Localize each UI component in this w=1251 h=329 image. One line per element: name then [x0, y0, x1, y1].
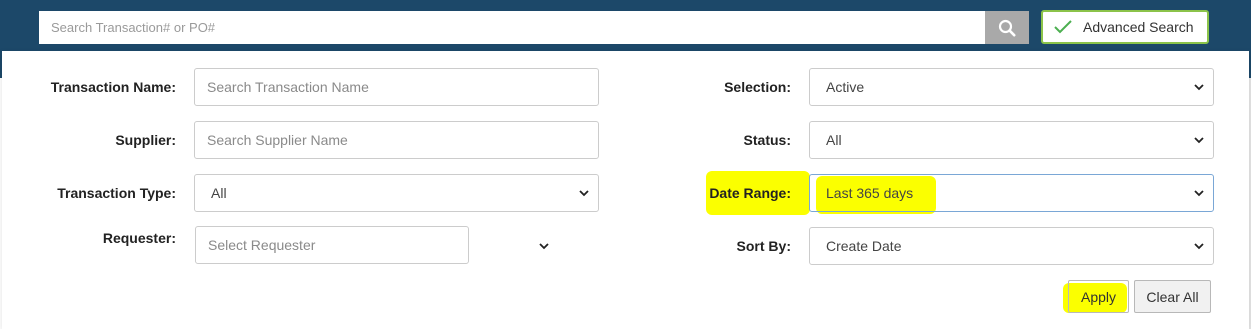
transaction-type-select[interactable]: All: [194, 174, 599, 212]
requester-input[interactable]: [195, 226, 469, 264]
date-range-select[interactable]: Last 365 days: [809, 174, 1214, 212]
clear-all-label: Clear All: [1146, 288, 1199, 305]
chevron-down-icon: [1193, 81, 1205, 93]
advanced-search-button[interactable]: Advanced Search: [1041, 10, 1209, 44]
transaction-search-input[interactable]: [39, 11, 985, 44]
date-range-value: Last 365 days: [826, 185, 914, 201]
transaction-type-value: All: [211, 185, 227, 201]
apply-label: Apply: [1080, 288, 1117, 305]
chevron-down-icon: [1193, 187, 1205, 199]
chevron-down-icon: [578, 187, 590, 199]
chevron-down-icon: [1193, 240, 1205, 252]
transaction-type-label: Transaction Type:: [57, 185, 176, 201]
advanced-search-label: Advanced Search: [1083, 19, 1194, 35]
clear-all-button[interactable]: Clear All: [1134, 280, 1211, 313]
search-button[interactable]: [985, 11, 1029, 44]
sort-by-label: Sort By:: [736, 238, 791, 254]
chevron-down-icon: [1193, 134, 1205, 146]
transaction-name-label: Transaction Name:: [50, 79, 176, 95]
requester-chevron-down-icon[interactable]: [538, 240, 550, 252]
apply-button[interactable]: Apply: [1068, 280, 1129, 313]
date-range-label: Date Range:: [709, 185, 791, 201]
search-icon: [998, 19, 1016, 37]
status-label: Status:: [743, 132, 791, 148]
transaction-name-input[interactable]: [194, 68, 599, 106]
selection-label: Selection:: [724, 79, 791, 95]
selection-value: Active: [826, 79, 865, 95]
status-value: All: [826, 132, 842, 148]
check-icon: [1053, 19, 1073, 35]
selection-select[interactable]: Active: [809, 68, 1214, 106]
status-select[interactable]: All: [809, 121, 1214, 159]
sort-by-value: Create Date: [826, 238, 902, 254]
supplier-input[interactable]: [194, 121, 599, 159]
supplier-label: Supplier:: [115, 132, 176, 148]
requester-label: Requester:: [102, 230, 176, 246]
sort-by-select[interactable]: Create Date: [809, 227, 1214, 265]
